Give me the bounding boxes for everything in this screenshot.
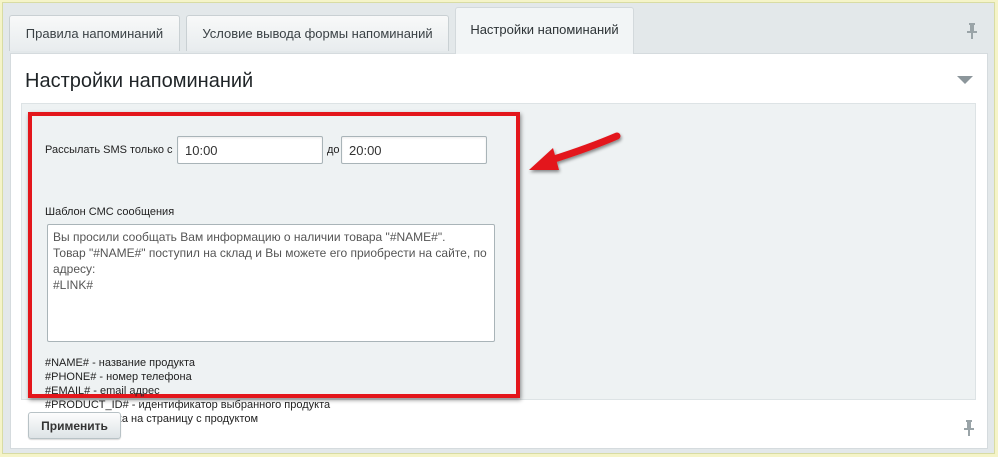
tab-bar: Правила напоминаний Условие вывода формы… [3, 3, 994, 54]
settings-panel: Настройки напоминаний Рассылать SMS толь… [10, 53, 988, 449]
sms-template-textarea[interactable]: Вы просили сообщать Вам информацию о нал… [47, 224, 495, 342]
sms-from-input[interactable] [177, 136, 323, 164]
sms-to-label: до [327, 144, 340, 156]
legend-item: #NAME# - название продукта [45, 357, 195, 369]
pin-icon[interactable] [966, 23, 978, 39]
collapse-arrow-icon[interactable] [957, 76, 973, 84]
legend-item: #PRODUCT_ID# - идентификатор выбранного … [45, 399, 331, 411]
tab-reminder-settings[interactable]: Настройки напоминаний [455, 7, 634, 54]
red-arrow-annotation [529, 132, 621, 170]
window-frame: Правила напоминаний Условие вывода формы… [2, 2, 995, 454]
pin-icon[interactable] [963, 420, 975, 436]
legend-item: #PHONE# - номер телефона [45, 371, 192, 383]
sms-to-input[interactable] [341, 136, 487, 164]
sms-time-label: Рассылать SMS только с [45, 144, 173, 156]
apply-button[interactable]: Применить [28, 412, 121, 439]
legend-item: #EMAIL# - email адрес [45, 385, 160, 397]
tab-form-display-condition[interactable]: Условие вывода формы напоминаний [186, 15, 449, 51]
tab-reminder-rules[interactable]: Правила напоминаний [9, 15, 180, 51]
template-label: Шаблон СМС сообщения [45, 206, 175, 218]
highlight-box: Рассылать SMS только с до Шаблон СМС соо… [28, 112, 520, 425]
panel-title: Настройки напоминаний [25, 70, 254, 92]
